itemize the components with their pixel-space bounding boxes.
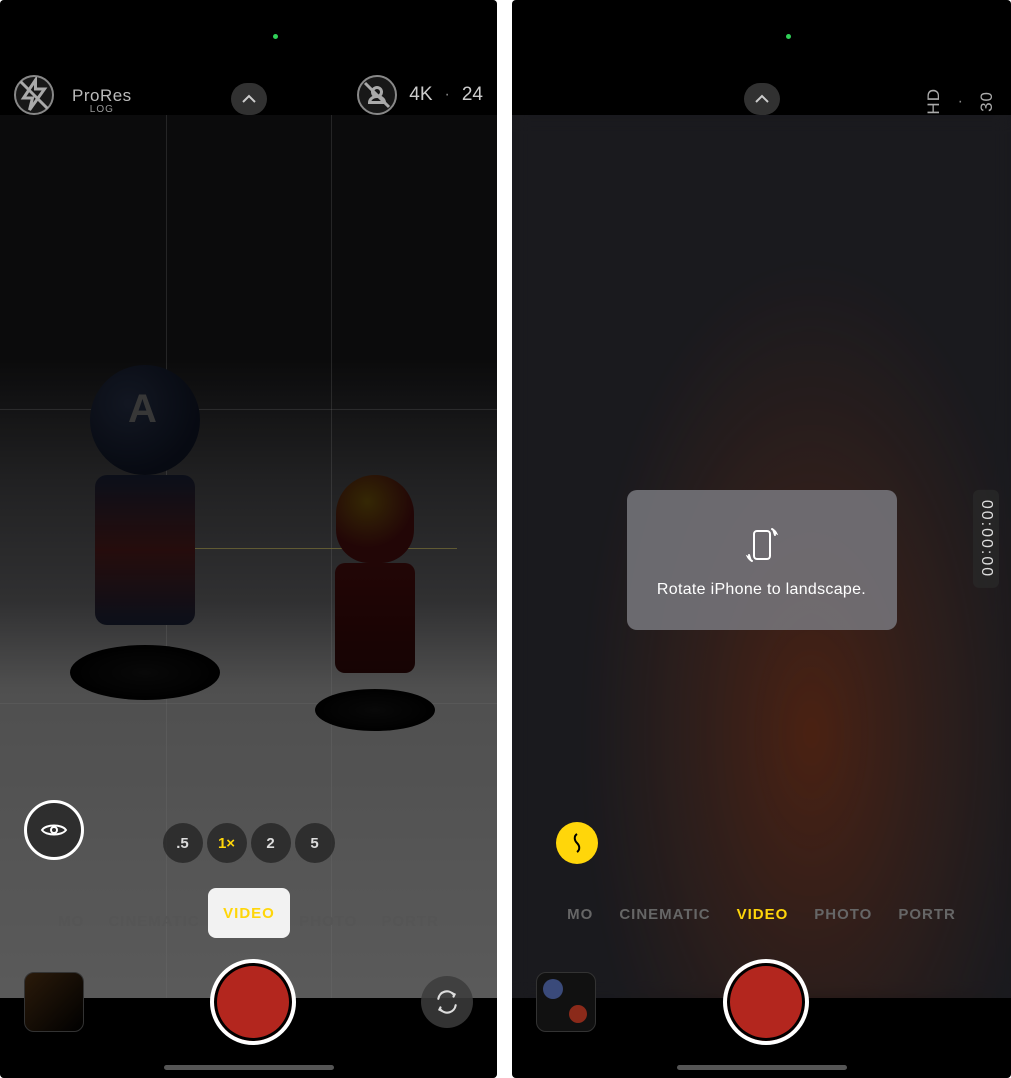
camera-screen-rotate-prompt: HD · 30 Rotate iPhone to landscape. 00:0… — [512, 0, 1011, 1078]
viewfinder[interactable]: A — [0, 115, 497, 998]
chevron-up-icon[interactable] — [231, 83, 267, 115]
mode-portrait[interactable]: PORTR — [898, 906, 956, 923]
mode-slomo[interactable]: MO — [58, 913, 84, 930]
mode-slomo[interactable]: MO — [567, 906, 593, 923]
spatial-video-active-icon[interactable] — [556, 822, 598, 864]
fps-toggle[interactable]: 24 — [462, 84, 483, 106]
zoom-level[interactable]: 5 — [295, 823, 335, 863]
top-controls: HD · 30 — [512, 0, 1011, 133]
record-button[interactable] — [210, 959, 296, 1045]
home-indicator[interactable] — [677, 1065, 847, 1070]
fps-toggle[interactable]: 30 — [977, 91, 997, 112]
last-capture-thumbnail[interactable] — [24, 972, 84, 1032]
bottom-controls — [512, 952, 1011, 1052]
camera-flip-icon[interactable] — [421, 976, 473, 1028]
mode-video-highlighted[interactable]: VIDEO — [208, 888, 290, 938]
subject-figure — [300, 475, 450, 805]
motion-off-icon[interactable] — [357, 75, 397, 115]
rotate-prompt-popup: Rotate iPhone to landscape. — [627, 490, 897, 630]
record-button[interactable] — [723, 959, 809, 1045]
zoom-level[interactable]: 2 — [251, 823, 291, 863]
recording-timer: 00:00:00 — [973, 490, 999, 588]
zoom-level[interactable]: .5 — [163, 823, 203, 863]
bottom-controls — [0, 952, 497, 1052]
home-indicator[interactable] — [164, 1065, 334, 1070]
subject-figure: A — [50, 365, 240, 805]
rotate-phone-icon — [742, 521, 782, 569]
rotate-prompt-text: Rotate iPhone to landscape. — [657, 581, 866, 599]
spatial-video-icon[interactable] — [24, 800, 84, 860]
prores-toggle[interactable]: ProRes LOG — [72, 87, 132, 115]
mode-cinematic[interactable]: CINEMATIC — [619, 906, 710, 923]
mode-photo[interactable]: PHOTO — [814, 906, 872, 923]
zoom-level-selected[interactable]: 1× — [207, 823, 247, 863]
mode-video[interactable]: VIDEO — [737, 906, 789, 923]
resolution-toggle[interactable]: HD — [924, 88, 944, 115]
chevron-up-icon[interactable] — [744, 83, 780, 115]
mode-portrait[interactable]: PORTR — [381, 913, 439, 930]
resolution-toggle[interactable]: 4K — [409, 84, 432, 106]
camera-screen-video-mode: ProRes LOG 4K · 24 A — [0, 0, 497, 1078]
last-capture-thumbnail[interactable] — [536, 972, 596, 1032]
flash-off-icon[interactable] — [14, 75, 54, 115]
top-controls: ProRes LOG 4K · 24 — [0, 0, 497, 133]
mode-photo[interactable]: PHOTO — [299, 913, 357, 930]
mode-selector[interactable]: MO CINEMATIC VIDEO PHOTO PORTR — [512, 906, 1011, 923]
mode-cinematic[interactable]: CINEMATIC — [108, 913, 199, 930]
